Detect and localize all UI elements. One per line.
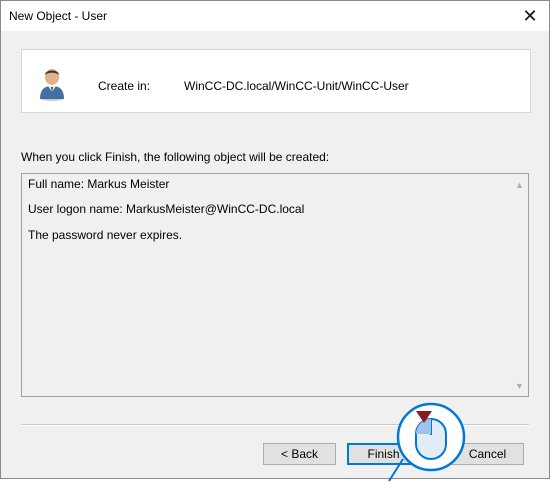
cancel-button[interactable]: Cancel	[451, 443, 524, 465]
close-button[interactable]: ✕	[511, 1, 549, 31]
new-object-user-dialog: New Object - User ✕ Create in: WinCC-DC.…	[0, 0, 550, 482]
back-button[interactable]: < Back	[263, 443, 336, 465]
create-in-path: WinCC-DC.local/WinCC-Unit/WinCC-User	[184, 79, 409, 93]
summary-intro: When you click Finish, the following obj…	[21, 150, 330, 164]
window-title: New Object - User	[9, 9, 108, 23]
close-icon: ✕	[522, 5, 538, 26]
dialog-body: Create in: WinCC-DC.local/WinCC-Unit/Win…	[1, 31, 549, 482]
summary-textbox[interactable]: Full name: Markus Meister User logon nam…	[21, 173, 529, 397]
user-icon	[40, 69, 64, 101]
summary-line-password: The password never expires.	[28, 228, 183, 242]
scroll-down-icon[interactable]: ▼	[511, 377, 528, 394]
title-bar: New Object - User ✕	[1, 1, 549, 31]
button-separator	[21, 424, 529, 426]
vertical-scrollbar[interactable]: ▲ ▼	[511, 174, 528, 396]
header-panel: Create in: WinCC-DC.local/WinCC-Unit/Win…	[21, 49, 531, 113]
create-in-label: Create in:	[98, 79, 151, 93]
summary-line-full-name: Full name: Markus Meister	[28, 177, 170, 191]
scroll-up-icon[interactable]: ▲	[511, 176, 528, 193]
summary-line-logon-name: User logon name: MarkusMeister@WinCC-DC.…	[28, 202, 305, 216]
finish-button[interactable]: Finish	[347, 443, 420, 465]
